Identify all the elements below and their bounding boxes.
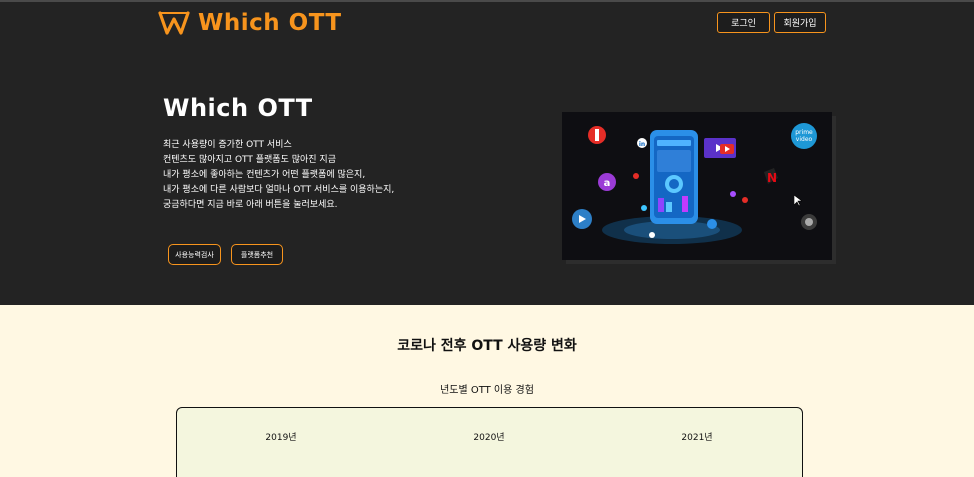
youtube-icon bbox=[720, 144, 734, 154]
svg-text:a: a bbox=[604, 178, 611, 189]
ott-illustration-svg: prime video N a in bbox=[572, 123, 817, 244]
signup-button[interactable]: 회원가입 bbox=[774, 12, 826, 33]
hero-line: 궁금하다면 지금 바로 아래 버튼을 눌러보세요. bbox=[163, 200, 338, 210]
hero-line: 최근 사용량이 증가한 OTT 서비스 bbox=[163, 140, 292, 150]
year-label: 2019년 bbox=[265, 433, 297, 443]
usage-test-button[interactable]: 사용능력검사 bbox=[168, 244, 221, 265]
yearly-usage-card: 2019년 2020년 2021년 bbox=[176, 407, 803, 477]
hero-illustration: prime video N a in bbox=[562, 112, 832, 260]
logo-w-icon bbox=[158, 11, 190, 35]
svg-text:video: video bbox=[796, 136, 813, 143]
brand-name: Which OTT bbox=[198, 10, 342, 36]
phone-icon bbox=[650, 130, 698, 224]
prime-video-icon: prime video bbox=[791, 123, 817, 149]
section-title: 코로나 전후 OTT 사용량 변화 bbox=[397, 338, 577, 354]
hero-line: 내가 평소에 좋아하는 컨텐츠가 어떤 플랫폼에 많은지, bbox=[163, 170, 366, 180]
hero-line: 컨텐츠도 많아지고 OTT 플랫폼도 많아진 지금 bbox=[163, 155, 336, 165]
platform-recommend-button[interactable]: 플랫폼추천 bbox=[231, 244, 283, 265]
section-subtitle: 년도별 OTT 이용 경험 bbox=[440, 385, 534, 396]
svg-text:N: N bbox=[767, 171, 777, 185]
login-button[interactable]: 로그인 bbox=[717, 12, 770, 33]
netflix-icon: N bbox=[764, 168, 778, 185]
hero-line: 내가 평소에 다른 사람보다 얼마나 OTT 서비스를 이용하는지, bbox=[163, 185, 395, 195]
hero-title: Which OTT bbox=[163, 94, 313, 122]
svg-text:in: in bbox=[639, 141, 645, 148]
svg-text:prime: prime bbox=[795, 129, 813, 136]
brand-logo[interactable]: Which OTT bbox=[158, 10, 342, 36]
hero-description: 최근 사용량이 증가한 OTT 서비스 컨텐츠도 많아지고 OTT 플랫폼도 많… bbox=[163, 138, 394, 213]
year-label: 2021년 bbox=[681, 433, 713, 443]
usage-change-section: 코로나 전후 OTT 사용량 변화 년도별 OTT 이용 경험 2019년 20… bbox=[0, 305, 974, 477]
year-label: 2020년 bbox=[473, 433, 505, 443]
mouse-cursor-icon bbox=[794, 195, 802, 207]
linkedin-icon: in bbox=[637, 138, 647, 148]
hero-section: Which OTT 로그인 회원가입 Which OTT 최근 사용량이 증가한… bbox=[0, 2, 974, 305]
